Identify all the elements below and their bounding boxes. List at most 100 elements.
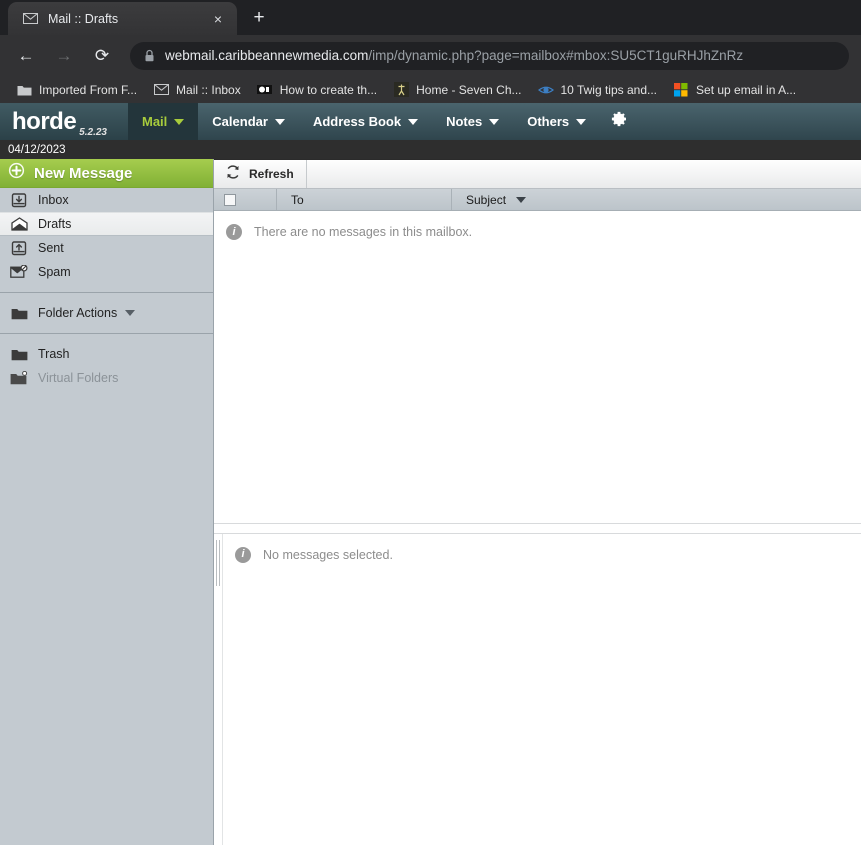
new-message-button[interactable]: New Message	[0, 159, 213, 188]
horde-top-navbar: horde 5.2.23 Mail Calendar Address Book …	[0, 103, 861, 140]
sidebar-item-spam[interactable]: Spam	[0, 260, 213, 284]
select-all-cell	[214, 193, 276, 206]
gear-icon	[608, 109, 628, 134]
plus-circle-icon	[8, 162, 25, 184]
reload-button[interactable]: ⟳	[88, 42, 116, 70]
bookmark-how-to-create[interactable]: How to create th...	[249, 79, 385, 101]
nav-item-address-book[interactable]: Address Book	[299, 103, 432, 140]
message-preview-pane: i No messages selected.	[214, 533, 861, 845]
bookmarks-bar: Imported From F... Mail :: Inbox How to …	[0, 76, 861, 103]
date-bar: 04/12/2023	[0, 140, 861, 159]
chevron-down-icon	[274, 118, 285, 125]
mailbox-toolbar: Refresh	[214, 159, 861, 189]
bookmark-label: How to create th...	[279, 82, 378, 97]
bookmark-home-seven-ch[interactable]: Home - Seven Ch...	[385, 79, 529, 101]
column-header-to[interactable]: To	[276, 189, 451, 210]
url-path: /imp/dynamic.php?page=mailbox#mbox:SU5CT…	[368, 48, 744, 63]
chevron-down-icon	[174, 118, 185, 125]
new-tab-button[interactable]: +	[245, 4, 273, 32]
chevron-down-icon	[576, 118, 587, 125]
column-header-subject-label: Subject	[466, 192, 507, 207]
tab-title: Mail :: Drafts	[48, 11, 119, 26]
logo-version: 5.2.23	[79, 127, 107, 138]
logo-wordmark: horde	[12, 107, 77, 135]
folder-actions-button[interactable]: Folder Actions	[0, 301, 213, 325]
sidebar-item-inbox[interactable]: Inbox	[0, 188, 213, 212]
nav-item-label: Others	[527, 114, 570, 129]
tab-strip: Mail :: Drafts × +	[0, 0, 861, 35]
refresh-icon	[225, 164, 241, 185]
empty-mailbox-message: i There are no messages in this mailbox.	[214, 211, 861, 240]
nav-item-label: Calendar	[212, 114, 268, 129]
bookmark-label: Imported From F...	[39, 82, 138, 97]
bookmark-label: 10 Twig tips and...	[560, 82, 658, 97]
sidebar-item-trash[interactable]: Trash	[0, 342, 213, 366]
folder-icon	[10, 346, 28, 362]
chevron-down-icon	[125, 310, 136, 316]
grip-lines-icon	[215, 539, 221, 586]
virtual-folder-icon	[10, 370, 28, 386]
preview-body: i No messages selected.	[223, 534, 861, 845]
bookmark-mail-inbox[interactable]: Mail :: Inbox	[145, 79, 249, 101]
horde-webmail-app: horde 5.2.23 Mail Calendar Address Book …	[0, 103, 861, 845]
sidebar-item-label: Virtual Folders	[38, 371, 119, 385]
sidebar-divider	[0, 333, 213, 334]
nav-item-label: Notes	[446, 114, 483, 129]
spam-envelope-icon	[10, 264, 28, 280]
sidebar-item-label: Inbox	[38, 193, 69, 207]
refresh-button[interactable]: Refresh	[214, 160, 307, 188]
nav-item-mail[interactable]: Mail	[128, 103, 199, 140]
nav-item-calendar[interactable]: Calendar	[198, 103, 299, 140]
address-bar[interactable]: webmail.caribbeannewmedia.com/imp/dynami…	[130, 41, 849, 70]
horde-logo[interactable]: horde 5.2.23	[0, 103, 128, 140]
nav-item-label: Mail	[142, 114, 168, 129]
pane-splitter[interactable]	[214, 522, 861, 534]
inbox-icon	[10, 192, 28, 208]
browser-tab[interactable]: Mail :: Drafts ×	[8, 2, 237, 35]
envelope-icon	[22, 11, 38, 27]
nav-item-label: Address Book	[312, 114, 402, 129]
sidebar-item-drafts[interactable]: Drafts	[0, 212, 213, 236]
new-message-label: New Message	[34, 164, 133, 182]
column-header-subject[interactable]: Subject	[451, 189, 861, 210]
envelope-icon	[153, 82, 169, 98]
preview-resize-handle[interactable]	[214, 533, 223, 845]
sidebar-item-virtual-folders[interactable]: Virtual Folders	[0, 366, 213, 390]
back-button[interactable]: ←	[12, 42, 40, 70]
nav-item-others[interactable]: Others	[513, 103, 600, 140]
sidebar-item-sent[interactable]: Sent	[0, 236, 213, 260]
select-all-checkbox[interactable]	[224, 193, 236, 206]
message-list-column-header: To Subject	[214, 189, 861, 211]
url-text: webmail.caribbeannewmedia.com/imp/dynami…	[165, 48, 743, 63]
address-bar-row: ← → ⟳ webmail.caribbeannewmedia.com/imp/…	[0, 35, 861, 76]
sent-icon	[10, 240, 28, 256]
bookmark-imported-from-firefox[interactable]: Imported From F...	[8, 79, 145, 101]
sidebar-item-label: Trash	[38, 347, 70, 361]
info-icon: i	[226, 224, 242, 240]
main-panel: Refresh To Subject i There are no messag…	[214, 159, 861, 845]
bookmark-twig-tips[interactable]: 10 Twig tips and...	[530, 79, 666, 101]
padlock-icon	[144, 49, 155, 62]
column-header-to-label: To	[291, 192, 304, 207]
close-icon[interactable]: ×	[209, 10, 227, 28]
no-message-selected-text: No messages selected.	[263, 547, 393, 562]
eye-icon	[537, 82, 554, 98]
chevron-down-icon	[408, 118, 419, 125]
microsoft-icon	[673, 82, 689, 98]
refresh-label: Refresh	[249, 167, 294, 181]
figure-icon	[393, 82, 409, 98]
folder-icon	[16, 82, 32, 98]
horde-body: New Message Inbox Drafts Sent Spam Folde…	[0, 159, 861, 845]
settings-button[interactable]	[600, 103, 640, 140]
forward-button[interactable]: →	[50, 42, 78, 70]
bookmark-label: Set up email in A...	[696, 82, 797, 97]
sidebar-item-label: Sent	[38, 241, 64, 255]
folder-actions-label: Folder Actions	[38, 306, 118, 320]
draft-envelope-icon	[10, 216, 28, 232]
sort-desc-icon[interactable]	[516, 196, 527, 203]
nav-item-notes[interactable]: Notes	[432, 103, 513, 140]
bookmark-set-up-email[interactable]: Set up email in A...	[665, 79, 804, 101]
sidebar-divider	[0, 292, 213, 293]
sidebar: New Message Inbox Drafts Sent Spam Folde…	[0, 159, 214, 845]
no-message-selected: i No messages selected.	[223, 534, 861, 563]
